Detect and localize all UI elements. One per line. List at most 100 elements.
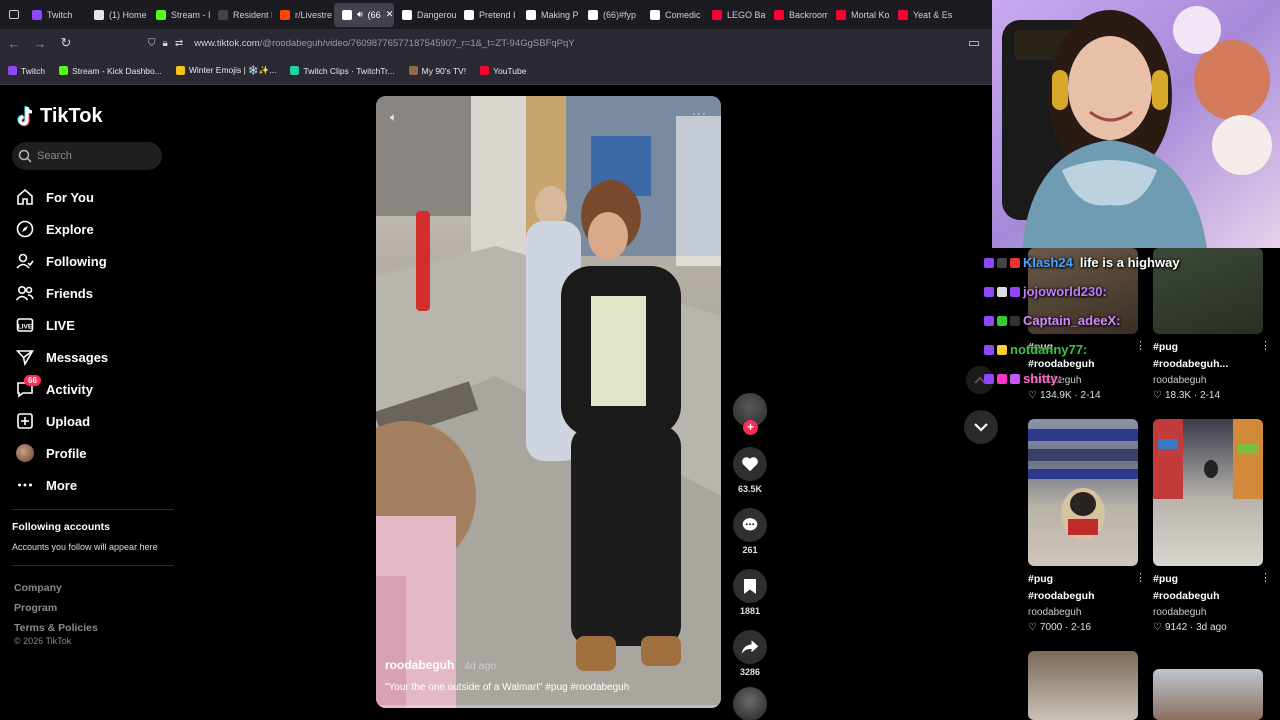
url-host: www.tiktok.com [194, 37, 260, 49]
video-more-button[interactable]: ··· [692, 106, 707, 120]
bookmark-favicon [408, 66, 418, 75]
nav-item-activity[interactable]: 66 Activity [16, 373, 108, 405]
browser-tab-active[interactable]: 🔊︎ (66 ✕ [334, 2, 394, 27]
url-bar[interactable]: ⛉ 🔒︎ ⇄ www.tiktok.com/@roodabeguh/video/… [148, 31, 960, 55]
nav-item-for-you[interactable]: For You [16, 181, 108, 213]
bookmarks-bar: Twitch Stream - Kick Dashbo... Winter Emoj… [0, 57, 992, 85]
nav-item-label: Explore [46, 221, 94, 237]
tab-favicon [280, 9, 290, 20]
tab-favicon [774, 9, 784, 20]
back-button[interactable]: ← [2, 31, 26, 55]
reload-button[interactable]: ↻ [54, 31, 78, 55]
bookmark-item[interactable]: YouTube [480, 66, 526, 76]
browser-tab[interactable]: Dangerou [394, 3, 456, 27]
related-stats: ♡ 9142 · 3d ago [1153, 620, 1273, 636]
tab-list-menu-button[interactable] [4, 5, 24, 25]
video-thumbnail[interactable] [1153, 669, 1263, 720]
browser-tab[interactable]: Comedic [642, 3, 704, 27]
nav-item-explore[interactable]: Explore [16, 213, 108, 245]
music-disc[interactable] [733, 687, 767, 720]
arrow-left-icon: ← [7, 35, 21, 51]
search-icon [18, 149, 32, 163]
tab-favicon [712, 9, 722, 20]
friends-icon [16, 284, 34, 302]
related-video-card[interactable]: #pug #roodabeguh roodabeguh ♡ 7000 · 2-16… [1028, 571, 1148, 636]
footer-link[interactable]: Terms & Policies [14, 618, 98, 638]
nav-item-profile[interactable]: Profile [16, 437, 108, 469]
chat-badge-icon [997, 286, 1007, 297]
tab-favicon [526, 9, 536, 20]
browser-tab[interactable]: LEGO Bat [704, 3, 766, 27]
browser-tab[interactable]: Resident Evil [210, 3, 272, 27]
video-thumbnail[interactable] [1028, 651, 1138, 720]
next-video-button[interactable] [964, 410, 998, 444]
search-input[interactable]: Search [12, 142, 162, 170]
bookmark-item[interactable]: My 90's TV! [408, 66, 466, 76]
browser-tab[interactable]: Yeat & Es [890, 3, 952, 27]
related-stats-text: 7000 · 2-16 [1039, 622, 1092, 633]
tab-label: r/Livestre [295, 9, 333, 20]
mute-button[interactable]: 🔈︎ [390, 110, 397, 125]
tiktok-logo[interactable]: TikTok [16, 105, 103, 128]
video-frame [376, 96, 721, 708]
chat-badge-icon [1010, 257, 1020, 268]
bookmark-item[interactable]: Twitch [8, 66, 45, 76]
save-count: 1881 [739, 606, 761, 616]
speaker-icon: 🔈︎ [390, 110, 398, 124]
nav-item-messages[interactable]: Messages [16, 341, 108, 373]
browser-tab[interactable]: (66)#fyp [580, 3, 642, 27]
like-button[interactable] [733, 447, 767, 481]
video-thumbnail[interactable] [1153, 419, 1263, 566]
bookmark-item[interactable]: Twitch Clips · TwitchTr... [290, 66, 395, 76]
reader-view-button[interactable]: ▭ [962, 31, 986, 55]
webcam-image [992, 0, 1280, 248]
chat-username: notdanny77: [1010, 342, 1088, 357]
logo-text: TikTok [40, 105, 103, 127]
bookmark-item[interactable]: Winter Emojis | ❄️✨... [175, 65, 276, 76]
share-button[interactable] [733, 630, 767, 664]
tab-favicon [650, 9, 660, 20]
tiktok-page: TikTok Search For You Explore Following Fri… [0, 85, 1010, 720]
reload-icon: ↻ [60, 35, 72, 50]
creator-avatar[interactable]: + [733, 393, 767, 435]
video-author-name: roodabeguh [385, 658, 455, 672]
nav-item-upload[interactable]: Upload [16, 405, 108, 437]
chat-badge-icon [984, 344, 994, 355]
browser-tab[interactable]: Pretend I [456, 3, 518, 27]
nav-item-live[interactable]: LIVE LIVE [16, 309, 108, 341]
stream-chat: Klash24 life is a highway jojoworld230: Cap… [984, 248, 1274, 393]
browser-tab[interactable]: (1) Home [86, 3, 148, 27]
video-thumbnail[interactable] [1028, 419, 1138, 566]
browser-tab[interactable]: Making P [518, 3, 580, 27]
tabs: Twitch (1) Home Stream - I Resident Evil r/L… [24, 2, 952, 27]
browser-tab[interactable]: Stream - I [148, 3, 210, 27]
forward-button[interactable]: → [28, 31, 52, 55]
save-button[interactable] [733, 569, 767, 603]
related-video-card[interactable]: #pug #roodabeguh roodabeguh ♡ 9142 · 3d a… [1153, 571, 1273, 636]
browser-tab[interactable]: Backroom [766, 3, 828, 27]
tab-label: Mortal Ko [851, 9, 890, 20]
streamer-webcam [992, 0, 1280, 248]
browser-tab[interactable]: r/Livestre [272, 3, 334, 27]
footer-link[interactable]: Program [14, 598, 98, 618]
related-more-button[interactable]: ⋮ [1260, 571, 1271, 584]
related-stats-text: 9142 · 3d ago [1164, 622, 1227, 633]
bookmark-item[interactable]: Stream - Kick Dashbo... [59, 66, 162, 76]
nav-item-following[interactable]: Following [16, 245, 108, 277]
nav-item-more[interactable]: More [16, 469, 108, 501]
close-icon[interactable]: ✕ [386, 9, 394, 20]
speaker-icon: 🔊︎ [357, 9, 363, 19]
nav-item-friends[interactable]: Friends [16, 277, 108, 309]
related-author: roodabeguh [1153, 607, 1207, 618]
arrow-right-icon: → [33, 35, 47, 51]
browser-tab[interactable]: Mortal Ko [828, 3, 890, 27]
video-author[interactable]: roodabeguh · 4d ago [385, 658, 496, 672]
related-more-button[interactable]: ⋮ [1135, 571, 1146, 584]
comment-button[interactable] [733, 508, 767, 542]
footer-link[interactable]: Company [14, 578, 98, 598]
chat-username: Klash24 [1023, 255, 1073, 270]
follow-button[interactable]: + [743, 420, 758, 435]
video-progress-bar[interactable] [376, 705, 721, 708]
video-player[interactable]: 🔈︎ ··· roodabeguh · 4d ago "Your the one… [376, 96, 721, 708]
browser-tab[interactable]: Twitch [24, 3, 86, 27]
